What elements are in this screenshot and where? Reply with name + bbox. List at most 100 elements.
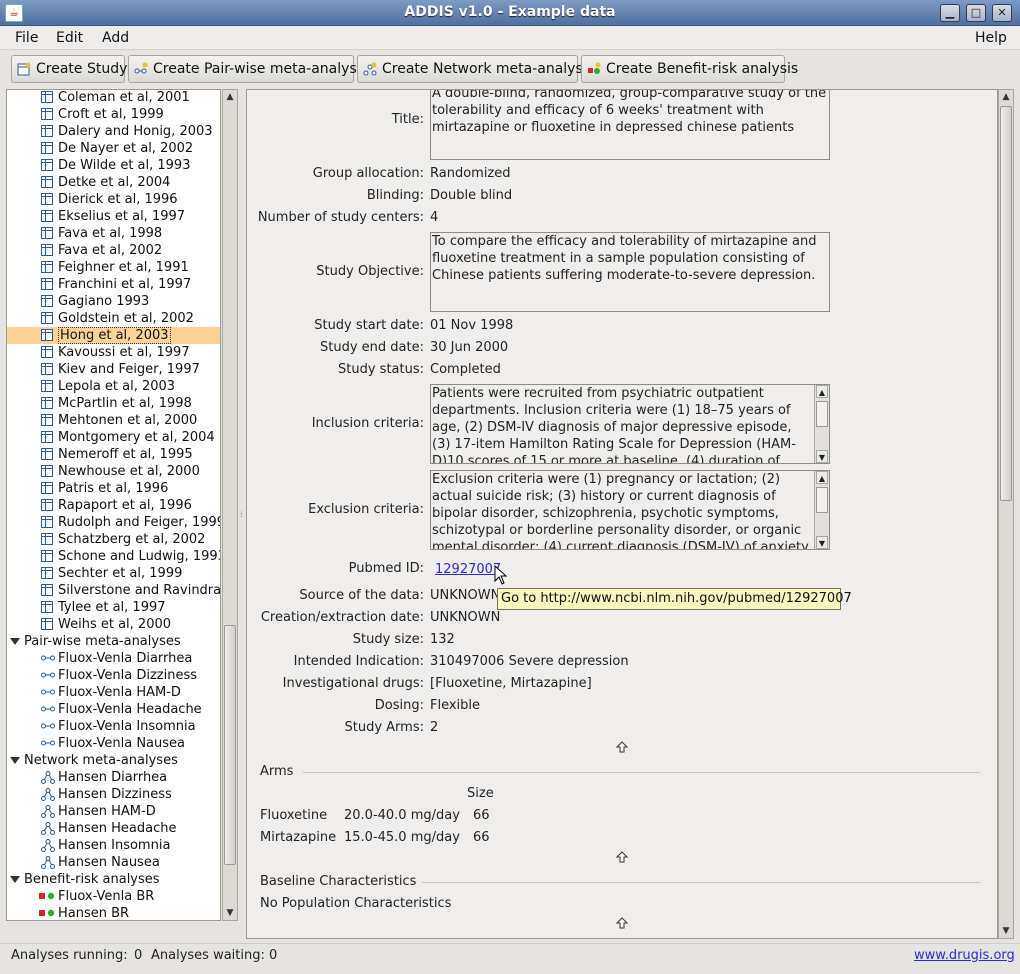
collapse-up-icon[interactable]	[616, 917, 628, 929]
study-item-selected[interactable]: Hong et al, 2003	[7, 327, 220, 344]
study-item[interactable]: Kavoussi et al, 1997	[7, 344, 220, 361]
navigation-tree[interactable]: Coleman et al, 2001 Croft et al, 1999 Dale…	[6, 89, 221, 921]
scroll-down-arrow[interactable]: ▼	[224, 906, 236, 920]
study-item[interactable]: Rudolph and Feiger, 1999	[7, 514, 220, 531]
study-item[interactable]: Ekselius et al, 1997	[7, 208, 220, 225]
study-item[interactable]: Fava et al, 1998	[7, 225, 220, 242]
title-textarea[interactable]: A double-blind, randomized, group-compar…	[430, 90, 830, 160]
pairwise-item[interactable]: Fluox-Venla Headache	[7, 701, 220, 718]
create-benefit-risk-button[interactable]: Create Benefit-risk analysis	[581, 55, 798, 83]
network-item[interactable]: Hansen Insomnia	[7, 837, 220, 854]
study-icon	[41, 465, 53, 477]
drugis-link[interactable]: www.drugis.org	[914, 948, 1015, 963]
pairwise-item[interactable]: Fluox-Venla Diarrhea	[7, 650, 220, 667]
objective-textarea[interactable]: To compare the efficacy and tolerability…	[430, 232, 830, 312]
study-item[interactable]: Gagiano 1993	[7, 293, 220, 310]
tree-item-label: Rapaport et al, 1996	[58, 498, 192, 513]
exclusion-scrollbar[interactable]: ▲ ▼	[814, 471, 829, 549]
study-icon	[41, 397, 53, 409]
tree-item-label: Schone and Ludwig, 1993	[58, 549, 221, 564]
tree-scrollbar[interactable]: ▲ ▼	[222, 89, 238, 921]
scroll-up-arrow[interactable]: ▲	[1000, 90, 1012, 104]
expand-arrow-icon[interactable]	[10, 638, 20, 645]
inclusion-text: Patients were recruited from psychiatric…	[432, 386, 796, 464]
study-item[interactable]: Fava et al, 2002	[7, 242, 220, 259]
study-item[interactable]: Croft et al, 1999	[7, 106, 220, 123]
study-item[interactable]: Nemeroff et al, 1995	[7, 446, 220, 463]
group-allocation-value: Randomized	[430, 166, 511, 181]
minimize-button[interactable]: ▁	[940, 4, 960, 22]
tree-scroll-thumb[interactable]	[224, 625, 236, 865]
arm-name: Mirtazapine	[260, 830, 337, 845]
study-item[interactable]: Schatzberg et al, 2002	[7, 531, 220, 548]
study-icon	[41, 227, 53, 239]
collapse-up-icon[interactable]	[616, 851, 628, 863]
expand-arrow-icon[interactable]	[10, 876, 20, 883]
collapse-up-icon[interactable]	[616, 741, 628, 753]
splitter-grip[interactable]: ⁞	[240, 510, 244, 519]
study-item[interactable]: Schone and Ludwig, 1993	[7, 548, 221, 565]
menu-file[interactable]: File	[15, 30, 38, 46]
study-item[interactable]: Feighner et al, 1991	[7, 259, 220, 276]
tree-item-label: Fava et al, 1998	[58, 226, 163, 241]
study-item[interactable]: Dierick et al, 1996	[7, 191, 220, 208]
mouse-cursor-icon	[494, 565, 508, 585]
br-item[interactable]: Fluox-Venla BR	[7, 888, 220, 905]
study-item[interactable]: Patris et al, 1996	[7, 480, 220, 497]
study-item[interactable]: McPartlin et al, 1998	[7, 395, 220, 412]
study-item[interactable]: Coleman et al, 2001	[7, 90, 220, 106]
study-item[interactable]: Newhouse et al, 2000	[7, 463, 220, 480]
study-item[interactable]: De Wilde et al, 1993	[7, 157, 220, 174]
create-network-button[interactable]: Create Network meta-analysis	[357, 55, 594, 83]
study-icon	[41, 414, 53, 426]
network-item[interactable]: Hansen Dizziness	[7, 786, 220, 803]
tree-category[interactable]: Network meta-analyses	[7, 752, 220, 769]
detail-scrollbar[interactable]: ▲ ▼	[998, 89, 1014, 939]
study-item[interactable]: De Nayer et al, 2002	[7, 140, 220, 157]
br-item[interactable]: Hansen BR	[7, 905, 220, 920]
create-study-button[interactable]: Create Study	[11, 55, 127, 83]
pairwise-item[interactable]: Fluox-Venla Insomnia	[7, 718, 220, 735]
study-item[interactable]: Montgomery et al, 2004	[7, 429, 220, 446]
menu-edit[interactable]: Edit	[56, 30, 83, 46]
expand-arrow-icon[interactable]	[10, 757, 20, 764]
tree-category[interactable]: Benefit-risk analyses	[7, 871, 220, 888]
detail-scroll-thumb[interactable]	[1000, 106, 1012, 501]
menu-add[interactable]: Add	[102, 30, 129, 46]
network-item[interactable]: Hansen Diarrhea	[7, 769, 220, 786]
study-item[interactable]: Goldstein et al, 2002	[7, 310, 220, 327]
exclusion-textarea[interactable]: Exclusion criteria were (1) pregnancy or…	[430, 470, 830, 550]
create-pairwise-button[interactable]: Create Pair-wise meta-analysis	[128, 55, 368, 83]
network-item[interactable]: Hansen Nausea	[7, 854, 220, 871]
tree-category[interactable]: Pair-wise meta-analyses	[7, 633, 220, 650]
network-item[interactable]: Hansen Headache	[7, 820, 220, 837]
maximize-button[interactable]: □	[966, 4, 986, 22]
study-item[interactable]: Franchini et al, 1997	[7, 276, 220, 293]
network-item[interactable]: Hansen HAM-D	[7, 803, 220, 820]
close-button[interactable]: ✕	[992, 4, 1012, 22]
menu-add-label: Add	[102, 30, 130, 46]
study-item[interactable]: Detke et al, 2004	[7, 174, 220, 191]
inclusion-textarea[interactable]: Patients were recruited from psychiatric…	[430, 384, 830, 464]
study-item[interactable]: Rapaport et al, 1996	[7, 497, 220, 514]
study-item[interactable]: Silverstone and Ravindran	[7, 582, 220, 599]
pairwise-item[interactable]: Fluox-Venla Nausea	[7, 735, 220, 752]
inclusion-scrollbar[interactable]: ▲ ▼	[814, 385, 829, 463]
study-item[interactable]: Kiev and Feiger, 1997	[7, 361, 220, 378]
arms-size-header: Size	[467, 786, 494, 801]
study-item[interactable]: Weihs et al, 2000	[7, 616, 220, 633]
scroll-up-arrow[interactable]: ▲	[224, 90, 236, 104]
pairwise-icon	[41, 655, 55, 661]
tree-item-label: Network meta-analyses	[24, 753, 178, 768]
pairwise-item[interactable]: Fluox-Venla HAM-D	[7, 684, 220, 701]
study-item[interactable]: Sechter et al, 1999	[7, 565, 220, 582]
study-item[interactable]: Dalery and Honig, 2003	[7, 123, 220, 140]
study-item[interactable]: Mehtonen et al, 2000	[7, 412, 220, 429]
study-item[interactable]: Tylee et al, 1997	[7, 599, 220, 616]
study-item[interactable]: Lepola et al, 2003	[7, 378, 220, 395]
scroll-down-arrow[interactable]: ▼	[1000, 924, 1012, 938]
pubmed-link[interactable]: 12927007	[435, 562, 501, 577]
menu-help[interactable]: Help	[975, 30, 1007, 46]
create-network-label: Create Network meta-analysis	[382, 61, 594, 77]
pairwise-item[interactable]: Fluox-Venla Dizziness	[7, 667, 220, 684]
